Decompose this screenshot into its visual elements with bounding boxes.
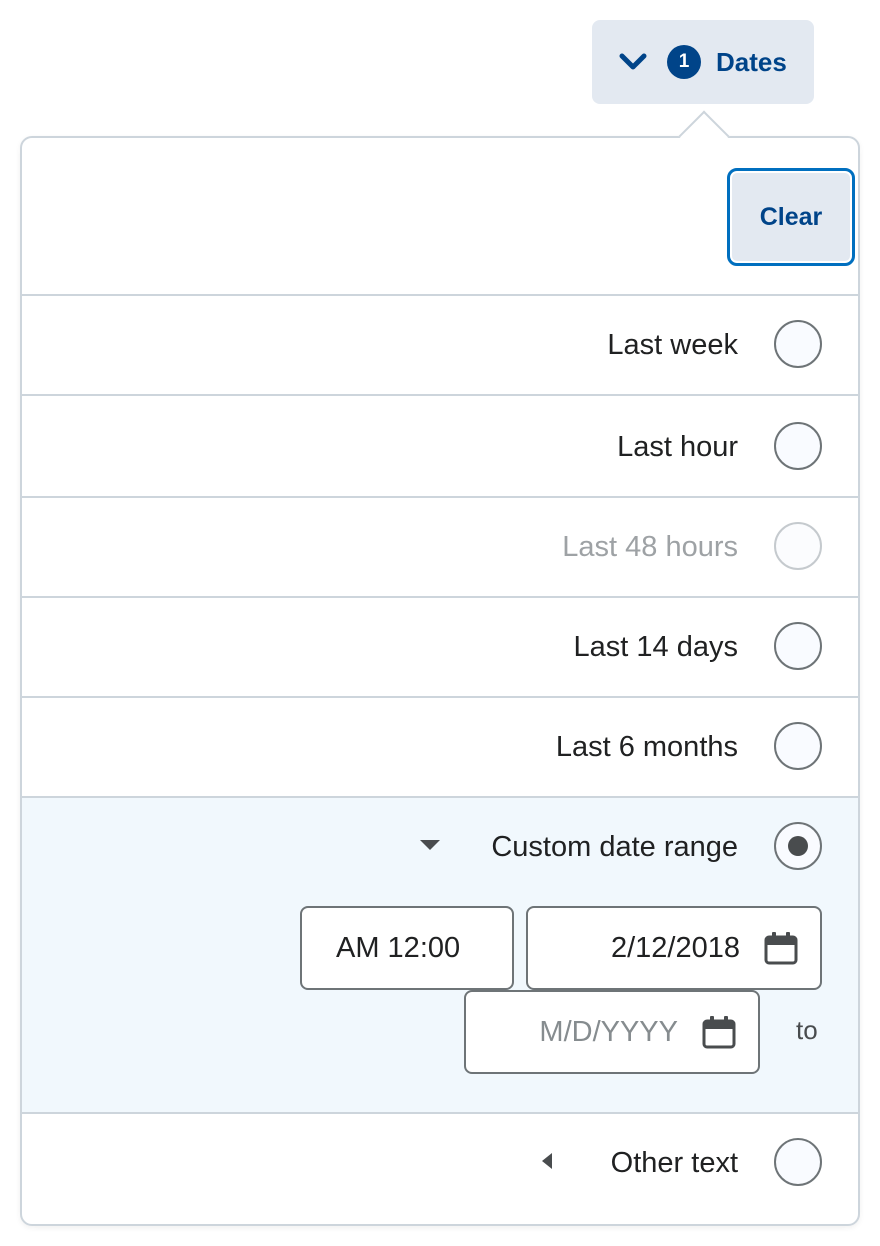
radio-button bbox=[774, 522, 822, 570]
filter-count-badge: 1 bbox=[667, 45, 701, 79]
pointer-cover bbox=[676, 138, 736, 158]
radio-button[interactable] bbox=[774, 722, 822, 770]
option-custom-date-range[interactable]: Custom date range AM 12:00 2/12/2018 M/D… bbox=[22, 798, 858, 1114]
radio-button[interactable] bbox=[774, 422, 822, 470]
option-label: Last week bbox=[607, 329, 738, 361]
option-label: Last 14 days bbox=[573, 631, 738, 663]
caret-left-icon[interactable] bbox=[542, 1153, 552, 1169]
option-label: Other text bbox=[610, 1147, 738, 1179]
start-time-input[interactable]: AM 12:00 bbox=[300, 906, 514, 990]
end-date-placeholder: M/D/YYYY bbox=[539, 1016, 678, 1048]
option-last-hour[interactable]: Last hour bbox=[22, 398, 858, 498]
option-last-14-days[interactable]: Last 14 days bbox=[22, 598, 858, 698]
start-date-input[interactable]: 2/12/2018 bbox=[526, 906, 822, 990]
option-last-6-months[interactable]: Last 6 months bbox=[22, 698, 858, 798]
radio-button[interactable] bbox=[774, 622, 822, 670]
calendar-icon[interactable] bbox=[702, 1015, 736, 1049]
dates-dropdown: Clear Last week Last hour Last 48 hours … bbox=[20, 136, 860, 1226]
clear-button[interactable]: Clear bbox=[727, 168, 855, 266]
caret-down-icon[interactable] bbox=[420, 840, 440, 850]
radio-button[interactable] bbox=[774, 320, 822, 368]
filter-label: Dates bbox=[716, 47, 787, 77]
start-date-value: 2/12/2018 bbox=[610, 932, 740, 964]
chevron-down-icon bbox=[618, 50, 648, 74]
option-label: Last 48 hours bbox=[562, 531, 738, 563]
option-last-48-hours: Last 48 hours bbox=[22, 498, 858, 598]
to-label: to bbox=[796, 1015, 818, 1045]
dates-filter-button[interactable]: 1 Dates bbox=[592, 20, 814, 104]
option-last-week[interactable]: Last week bbox=[22, 296, 858, 396]
dropdown-header: Clear bbox=[22, 138, 858, 296]
option-label: Last 6 months bbox=[555, 731, 738, 763]
start-time-value: AM 12:00 bbox=[336, 932, 461, 964]
option-label: Last hour bbox=[617, 431, 738, 463]
calendar-icon[interactable] bbox=[764, 931, 798, 965]
option-other-text[interactable]: Other text bbox=[22, 1114, 858, 1214]
end-date-input[interactable]: M/D/YYYY bbox=[464, 990, 760, 1074]
radio-dot bbox=[788, 836, 808, 856]
option-label: Custom date range bbox=[491, 831, 738, 863]
radio-button[interactable] bbox=[774, 1138, 822, 1186]
radio-button-selected[interactable] bbox=[774, 822, 822, 870]
